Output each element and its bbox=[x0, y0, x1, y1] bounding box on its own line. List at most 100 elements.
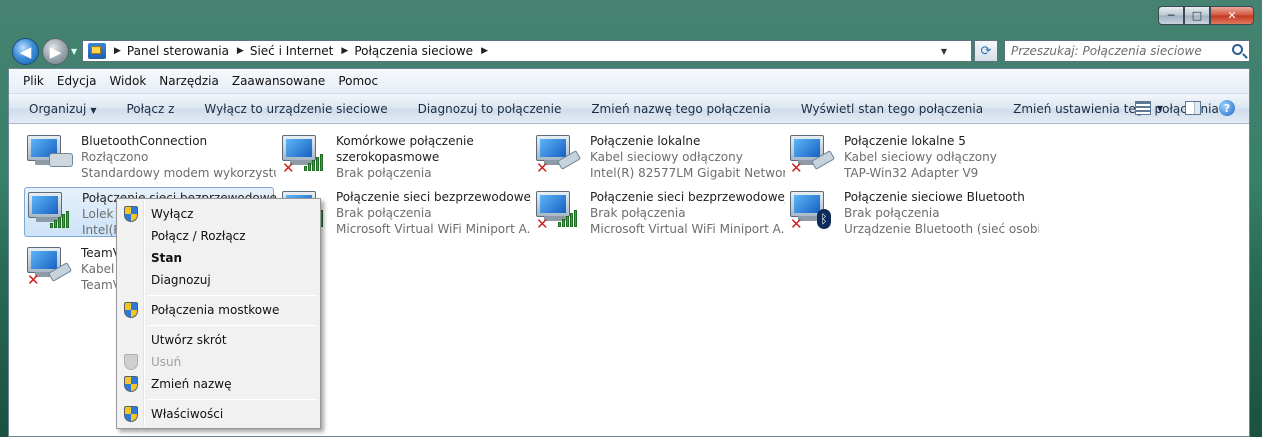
connection-item[interactable]: ᛒ ✕ Połączenie sieciowe Bluetooth Brak p… bbox=[787, 187, 1039, 237]
view-status-button[interactable]: Wyświetl stan tego połączenia bbox=[801, 102, 983, 116]
organize-label: Organizuj bbox=[29, 101, 87, 116]
recent-pages-dropdown[interactable]: ▼ bbox=[71, 47, 77, 56]
connection-item[interactable]: ✕ Połączenie lokalne 5 Kabel sieciowy od… bbox=[787, 131, 1037, 181]
connection-status: Brak połączenia bbox=[336, 206, 432, 220]
context-menu: Wyłącz Połącz / Rozłącz Stan Diagnozuj P… bbox=[116, 198, 321, 429]
wireless-bars-icon bbox=[558, 209, 580, 227]
address-dropdown-icon[interactable]: ▼ bbox=[941, 47, 947, 56]
organize-button[interactable]: Organizuj ▼ bbox=[29, 102, 96, 116]
preview-pane-icon[interactable] bbox=[1185, 101, 1201, 115]
menu-item-wlasciwosci[interactable]: Właściwości bbox=[119, 403, 318, 425]
breadcrumb-chevron-icon[interactable]: ▶ bbox=[114, 46, 121, 56]
connection-item[interactable]: ✕ Komórkowe połączenie szerokopasmowe Br… bbox=[279, 131, 529, 181]
connection-text: Połączenie lokalne Kabel sieciowy odłącz… bbox=[590, 133, 785, 181]
menu-bar: Plik Edycja Widok Narzędzia Zaawansowane… bbox=[9, 69, 1249, 94]
refresh-button[interactable]: ⟳ bbox=[974, 40, 998, 62]
breadcrumb-polaczenia-sieciowe[interactable]: Połączenia sieciowe bbox=[354, 44, 473, 58]
uac-shield-icon bbox=[124, 376, 138, 392]
connection-status: Brak połączenia bbox=[844, 206, 940, 220]
menu-edycja[interactable]: Edycja bbox=[57, 74, 97, 88]
uac-shield-icon bbox=[124, 206, 138, 222]
menu-item-polacz-rozlacz[interactable]: Połącz / Rozłącz bbox=[119, 225, 318, 247]
menu-plik[interactable]: Plik bbox=[23, 74, 44, 88]
menu-item-wylacz[interactable]: Wyłącz bbox=[119, 203, 318, 225]
menu-item-usun: Usuń bbox=[119, 351, 318, 373]
connection-name-line2: szerokopasmowe bbox=[336, 150, 440, 164]
connection-status: Kabel sieciowy odłączony bbox=[844, 150, 997, 164]
menu-item-label: Wyłącz bbox=[151, 207, 194, 221]
disconnected-x-icon: ✕ bbox=[27, 271, 40, 289]
address-bar[interactable]: ▶ Panel sterowania ▶ Sieć i Internet ▶ P… bbox=[82, 40, 972, 62]
control-panel-icon bbox=[88, 43, 106, 59]
menu-item-stan[interactable]: Stan bbox=[119, 247, 318, 269]
connection-name: Połączenie lokalne bbox=[590, 134, 701, 148]
breadcrumb-panel-sterowania[interactable]: Panel sterowania bbox=[127, 44, 229, 58]
change-view-icon[interactable] bbox=[1134, 101, 1151, 115]
breadcrumb-chevron-icon[interactable]: ▶ bbox=[481, 46, 488, 56]
breadcrumb-chevron-icon[interactable]: ▶ bbox=[341, 46, 348, 56]
menu-narzedzia[interactable]: Narzędzia bbox=[159, 74, 219, 88]
connection-item[interactable]: ✕ Połączenie lokalne Kabel sieciowy odłą… bbox=[533, 131, 785, 181]
connection-text: Połączenie sieci bezprzewodowej 3 Brak p… bbox=[590, 189, 785, 237]
network-adapter-icon: ✕ bbox=[282, 135, 332, 185]
menu-zaawansowane[interactable]: Zaawansowane bbox=[232, 74, 325, 88]
connection-device: TAP-Win32 Adapter V9 bbox=[844, 166, 979, 180]
menu-pomoc[interactable]: Pomoc bbox=[338, 74, 378, 88]
back-button[interactable]: ◀ bbox=[12, 38, 39, 65]
menu-widok[interactable]: Widok bbox=[109, 74, 146, 88]
uac-shield-icon bbox=[124, 406, 138, 422]
connection-item[interactable]: BluetoothConnection Rozłączono Standardo… bbox=[24, 131, 276, 181]
network-adapter-icon bbox=[27, 135, 77, 185]
menu-item-label: Połączenia mostkowe bbox=[151, 303, 280, 317]
minimize-button[interactable]: ─ bbox=[1158, 6, 1184, 25]
menu-separator bbox=[147, 325, 317, 326]
chevron-down-icon[interactable]: ▼ bbox=[1157, 104, 1163, 113]
menu-separator bbox=[147, 399, 317, 400]
connection-text: Połączenie sieciowe Bluetooth Brak połąc… bbox=[844, 189, 1039, 237]
connect-to-button[interactable]: Połącz z bbox=[126, 102, 174, 116]
connection-name: Połączenie lokalne 5 bbox=[844, 134, 966, 148]
connection-device: Standardowy modem wykorzystu... bbox=[81, 166, 276, 180]
disable-device-button[interactable]: Wyłącz to urządzenie sieciowe bbox=[204, 102, 387, 116]
uac-shield-icon bbox=[124, 302, 138, 318]
network-adapter-icon: ᛒ ✕ bbox=[790, 191, 840, 241]
breadcrumb-chevron-icon[interactable]: ▶ bbox=[237, 46, 244, 56]
disconnected-x-icon: ✕ bbox=[536, 159, 549, 177]
close-button[interactable]: ✕ bbox=[1210, 6, 1254, 25]
rename-button[interactable]: Zmień nazwę tego połączenia bbox=[591, 102, 770, 116]
search-icon[interactable] bbox=[1232, 44, 1243, 55]
network-adapter-icon: ✕ bbox=[536, 135, 586, 185]
view-controls: ▼ ? bbox=[1134, 100, 1235, 116]
menu-item-zmien-nazwe[interactable]: Zmień nazwę bbox=[119, 373, 318, 395]
modem-icon bbox=[49, 153, 73, 167]
connection-device: Microsoft Virtual WiFi Miniport A... bbox=[336, 222, 531, 236]
diagnose-button[interactable]: Diagnozuj to połączenie bbox=[418, 102, 562, 116]
breadcrumb-siec-i-internet[interactable]: Sieć i Internet bbox=[250, 44, 334, 58]
network-adapter-icon bbox=[28, 192, 78, 242]
menu-item-diagnozuj[interactable]: Diagnozuj bbox=[119, 269, 318, 291]
menu-item-label: Właściwości bbox=[151, 407, 224, 421]
menu-item-label: Połącz / Rozłącz bbox=[151, 229, 246, 243]
wireless-bars-icon bbox=[304, 153, 326, 171]
arrow-right-icon: ▶ bbox=[49, 42, 62, 61]
connection-name: BluetoothConnection bbox=[81, 134, 208, 148]
menu-separator bbox=[147, 295, 317, 296]
connection-device: Intel(R) 82577LM Gigabit Network... bbox=[590, 166, 785, 180]
maximize-button[interactable]: □ bbox=[1184, 6, 1210, 25]
connection-status: Rozłączono bbox=[81, 150, 149, 164]
search-input[interactable]: Przeszukaj: Połączenia sieciowe bbox=[1004, 40, 1250, 62]
chevron-down-icon: ▼ bbox=[90, 105, 97, 115]
uac-shield-icon bbox=[124, 354, 138, 370]
menu-item-utworz-skrot[interactable]: Utwórz skrót bbox=[119, 329, 318, 351]
connection-text: BluetoothConnection Rozłączono Standardo… bbox=[81, 133, 276, 181]
forward-button[interactable]: ▶ bbox=[42, 38, 69, 65]
disconnected-x-icon: ✕ bbox=[790, 159, 803, 177]
connection-device: Microsoft Virtual WiFi Miniport A... bbox=[590, 222, 785, 236]
help-icon[interactable]: ? bbox=[1219, 100, 1235, 116]
menu-item-polaczenia-mostkowe[interactable]: Połączenia mostkowe bbox=[119, 299, 318, 321]
disconnected-x-icon: ✕ bbox=[790, 215, 803, 233]
connection-item[interactable]: ✕ Połączenie sieci bezprzewodowej 3 Brak… bbox=[533, 187, 785, 237]
wireless-bars-icon bbox=[50, 210, 72, 228]
network-adapter-icon: ✕ bbox=[536, 191, 586, 241]
caption-buttons: ─ □ ✕ bbox=[1158, 6, 1254, 25]
